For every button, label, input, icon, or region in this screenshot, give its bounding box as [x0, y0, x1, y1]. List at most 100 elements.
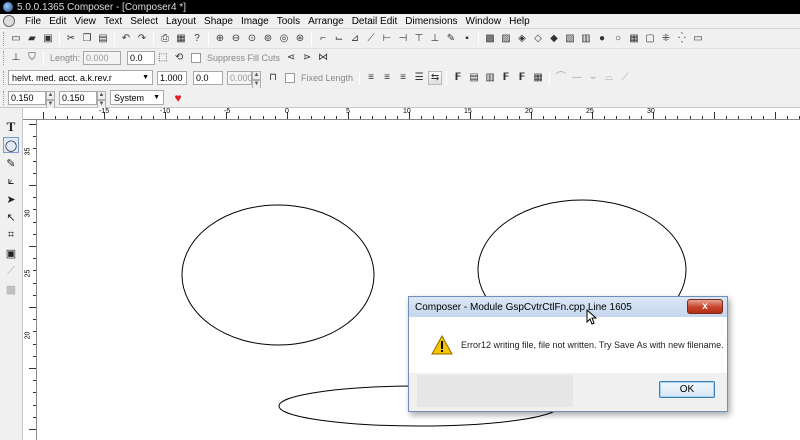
align-justify-icon[interactable]: ☰: [412, 71, 426, 85]
preview-icon[interactable]: ▦: [174, 32, 188, 46]
layout-icon[interactable]: ▭: [691, 32, 705, 46]
node-corner-icon[interactable]: ⊤: [412, 32, 426, 46]
frame-text-lines-icon[interactable]: ▤: [467, 71, 481, 85]
frame-text-stack-icon[interactable]: ▥: [483, 71, 497, 85]
weld-icon[interactable]: ◈: [515, 32, 529, 46]
dialog-close-button[interactable]: x: [687, 299, 723, 314]
array-icon[interactable]: ⁛: [675, 32, 689, 46]
menu-dimensions[interactable]: Dimensions: [401, 16, 461, 27]
node-fill-icon[interactable]: ▪: [460, 32, 474, 46]
menu-image[interactable]: Image: [237, 16, 273, 27]
node-align-icon[interactable]: ⊥: [428, 32, 442, 46]
baseline-icon[interactable]: —: [570, 71, 584, 85]
menu-edit[interactable]: Edit: [45, 16, 70, 27]
length-offset-input[interactable]: 0.0: [127, 51, 156, 65]
menu-select[interactable]: Select: [126, 16, 162, 27]
suppress-fill-cuts-checkbox[interactable]: [191, 53, 202, 63]
fill-cut-both-icon[interactable]: ⋈: [316, 51, 330, 65]
texture-tool-icon[interactable]: ▩: [3, 281, 19, 297]
font-size-input[interactable]: 1.000: [157, 70, 187, 85]
image-tool-icon[interactable]: ▣: [3, 245, 19, 261]
undo-icon[interactable]: ↶: [119, 32, 133, 46]
font-spacing-spinner[interactable]: ▲ ▼: [252, 70, 261, 89]
font-slant-input[interactable]: 0.0: [193, 70, 223, 85]
menu-shape[interactable]: Shape: [200, 16, 237, 27]
spacing-y-input[interactable]: 0.150: [59, 90, 97, 105]
measure-icon[interactable]: ⊥: [9, 51, 23, 65]
slant-text-icon[interactable]: ⟋: [618, 71, 632, 85]
pointer-tool-icon[interactable]: ➤: [3, 191, 19, 207]
new-file-icon[interactable]: ▭: [9, 32, 23, 46]
node-add-icon[interactable]: ⌙: [332, 32, 346, 46]
text-fit-icon[interactable]: ⇆: [428, 70, 443, 85]
length-options-icon[interactable]: ⬚: [156, 51, 170, 65]
combine-icon[interactable]: ▧: [563, 32, 577, 46]
crop-tool-icon[interactable]: ⌗: [3, 227, 19, 243]
menu-arrange[interactable]: Arrange: [304, 16, 348, 27]
zoom-page-icon[interactable]: ◎: [277, 32, 291, 46]
intersect-icon[interactable]: ◆: [547, 32, 561, 46]
copy-icon[interactable]: ❐: [80, 32, 94, 46]
node-delete-icon[interactable]: ⊿: [348, 32, 362, 46]
zoom-fit-icon[interactable]: ⊚: [261, 32, 275, 46]
align-left-icon[interactable]: ≡: [364, 71, 378, 85]
menu-file[interactable]: File: [21, 16, 45, 27]
menu-window[interactable]: Window: [462, 16, 506, 27]
redo-icon[interactable]: ↷: [135, 32, 149, 46]
font-spacing-input[interactable]: 0.000: [227, 70, 253, 85]
save-icon[interactable]: ▣: [41, 32, 55, 46]
grid-tool-icon[interactable]: ▦: [627, 32, 641, 46]
ok-button[interactable]: OK: [659, 381, 715, 398]
frame-text-fill-icon[interactable]: 𝗙: [515, 71, 529, 85]
select-tool-icon[interactable]: ↖: [3, 209, 19, 225]
length-input[interactable]: 0.000: [83, 51, 122, 65]
node-break-icon[interactable]: ⟋: [364, 32, 378, 46]
frame-text-bold-icon[interactable]: 𝗙: [499, 71, 513, 85]
rotate-lock-icon[interactable]: ⟲: [172, 51, 186, 65]
node-smooth-icon[interactable]: ⊣: [396, 32, 410, 46]
spacing-x-spinner[interactable]: ▲ ▼: [46, 90, 55, 109]
menu-tools[interactable]: Tools: [273, 16, 304, 27]
menu-text[interactable]: Text: [100, 16, 126, 27]
frame-tool-icon[interactable]: ▢: [643, 32, 657, 46]
frame-text-grid-icon[interactable]: ▦: [531, 71, 545, 85]
menu-help[interactable]: Help: [505, 16, 534, 27]
group-icon[interactable]: ▩: [483, 32, 497, 46]
trim-icon[interactable]: ◇: [531, 32, 545, 46]
align-center-icon[interactable]: ≡: [380, 71, 394, 85]
node-tool-icon[interactable]: ⟀: [3, 173, 19, 189]
pen-edit-icon[interactable]: ✎: [444, 32, 458, 46]
eyedropper-tool-icon[interactable]: ⟋: [3, 263, 19, 279]
ellipse-tool-icon[interactable]: ◯: [3, 137, 19, 153]
zoom-out-icon[interactable]: ⊖: [229, 32, 243, 46]
paste-icon[interactable]: ▤: [96, 32, 110, 46]
fixed-length-checkbox[interactable]: [285, 72, 295, 83]
filter-icon[interactable]: ⛉: [25, 51, 39, 65]
spacing-x-input[interactable]: 0.150: [8, 90, 46, 105]
font-name-select[interactable]: helvt. med. acct. a.k.rev.r ▼: [8, 70, 153, 85]
zoom-window-icon[interactable]: ⊙: [245, 32, 259, 46]
open-folder-icon[interactable]: ▰: [25, 32, 39, 46]
bulge-text-icon[interactable]: ⌓: [602, 71, 616, 85]
node-join-icon[interactable]: ⊢: [380, 32, 394, 46]
ellipse-shape-left[interactable]: [181, 204, 375, 346]
spacing-y-spinner[interactable]: ▲ ▼: [97, 90, 106, 109]
menu-view[interactable]: View: [70, 16, 100, 27]
break-apart-icon[interactable]: ▥: [579, 32, 593, 46]
kern-icon[interactable]: ⊓: [266, 71, 280, 85]
ring-tool-icon[interactable]: ○: [611, 32, 625, 46]
circle-tool-icon[interactable]: ●: [595, 32, 609, 46]
help-cursor-icon[interactable]: ?: [190, 32, 204, 46]
distribute-icon[interactable]: ⁜: [659, 32, 673, 46]
pencil-tool-icon[interactable]: ✎: [3, 155, 19, 171]
fill-cut-left-icon[interactable]: ⋖: [284, 51, 298, 65]
menu-detail-edit[interactable]: Detail Edit: [348, 16, 402, 27]
align-right-icon[interactable]: ≡: [396, 71, 410, 85]
menu-layout[interactable]: Layout: [162, 16, 200, 27]
zoom-in-icon[interactable]: ⊕: [213, 32, 227, 46]
curve-text-icon[interactable]: ⌣: [586, 71, 600, 85]
dialog-titlebar[interactable]: Composer - Module GspCvtrCtlFn.cpp Line …: [409, 297, 727, 317]
fill-cut-right-icon[interactable]: ⋗: [300, 51, 314, 65]
zoom-selection-icon[interactable]: ⊛: [293, 32, 307, 46]
heart-icon[interactable]: ♥: [171, 91, 185, 105]
